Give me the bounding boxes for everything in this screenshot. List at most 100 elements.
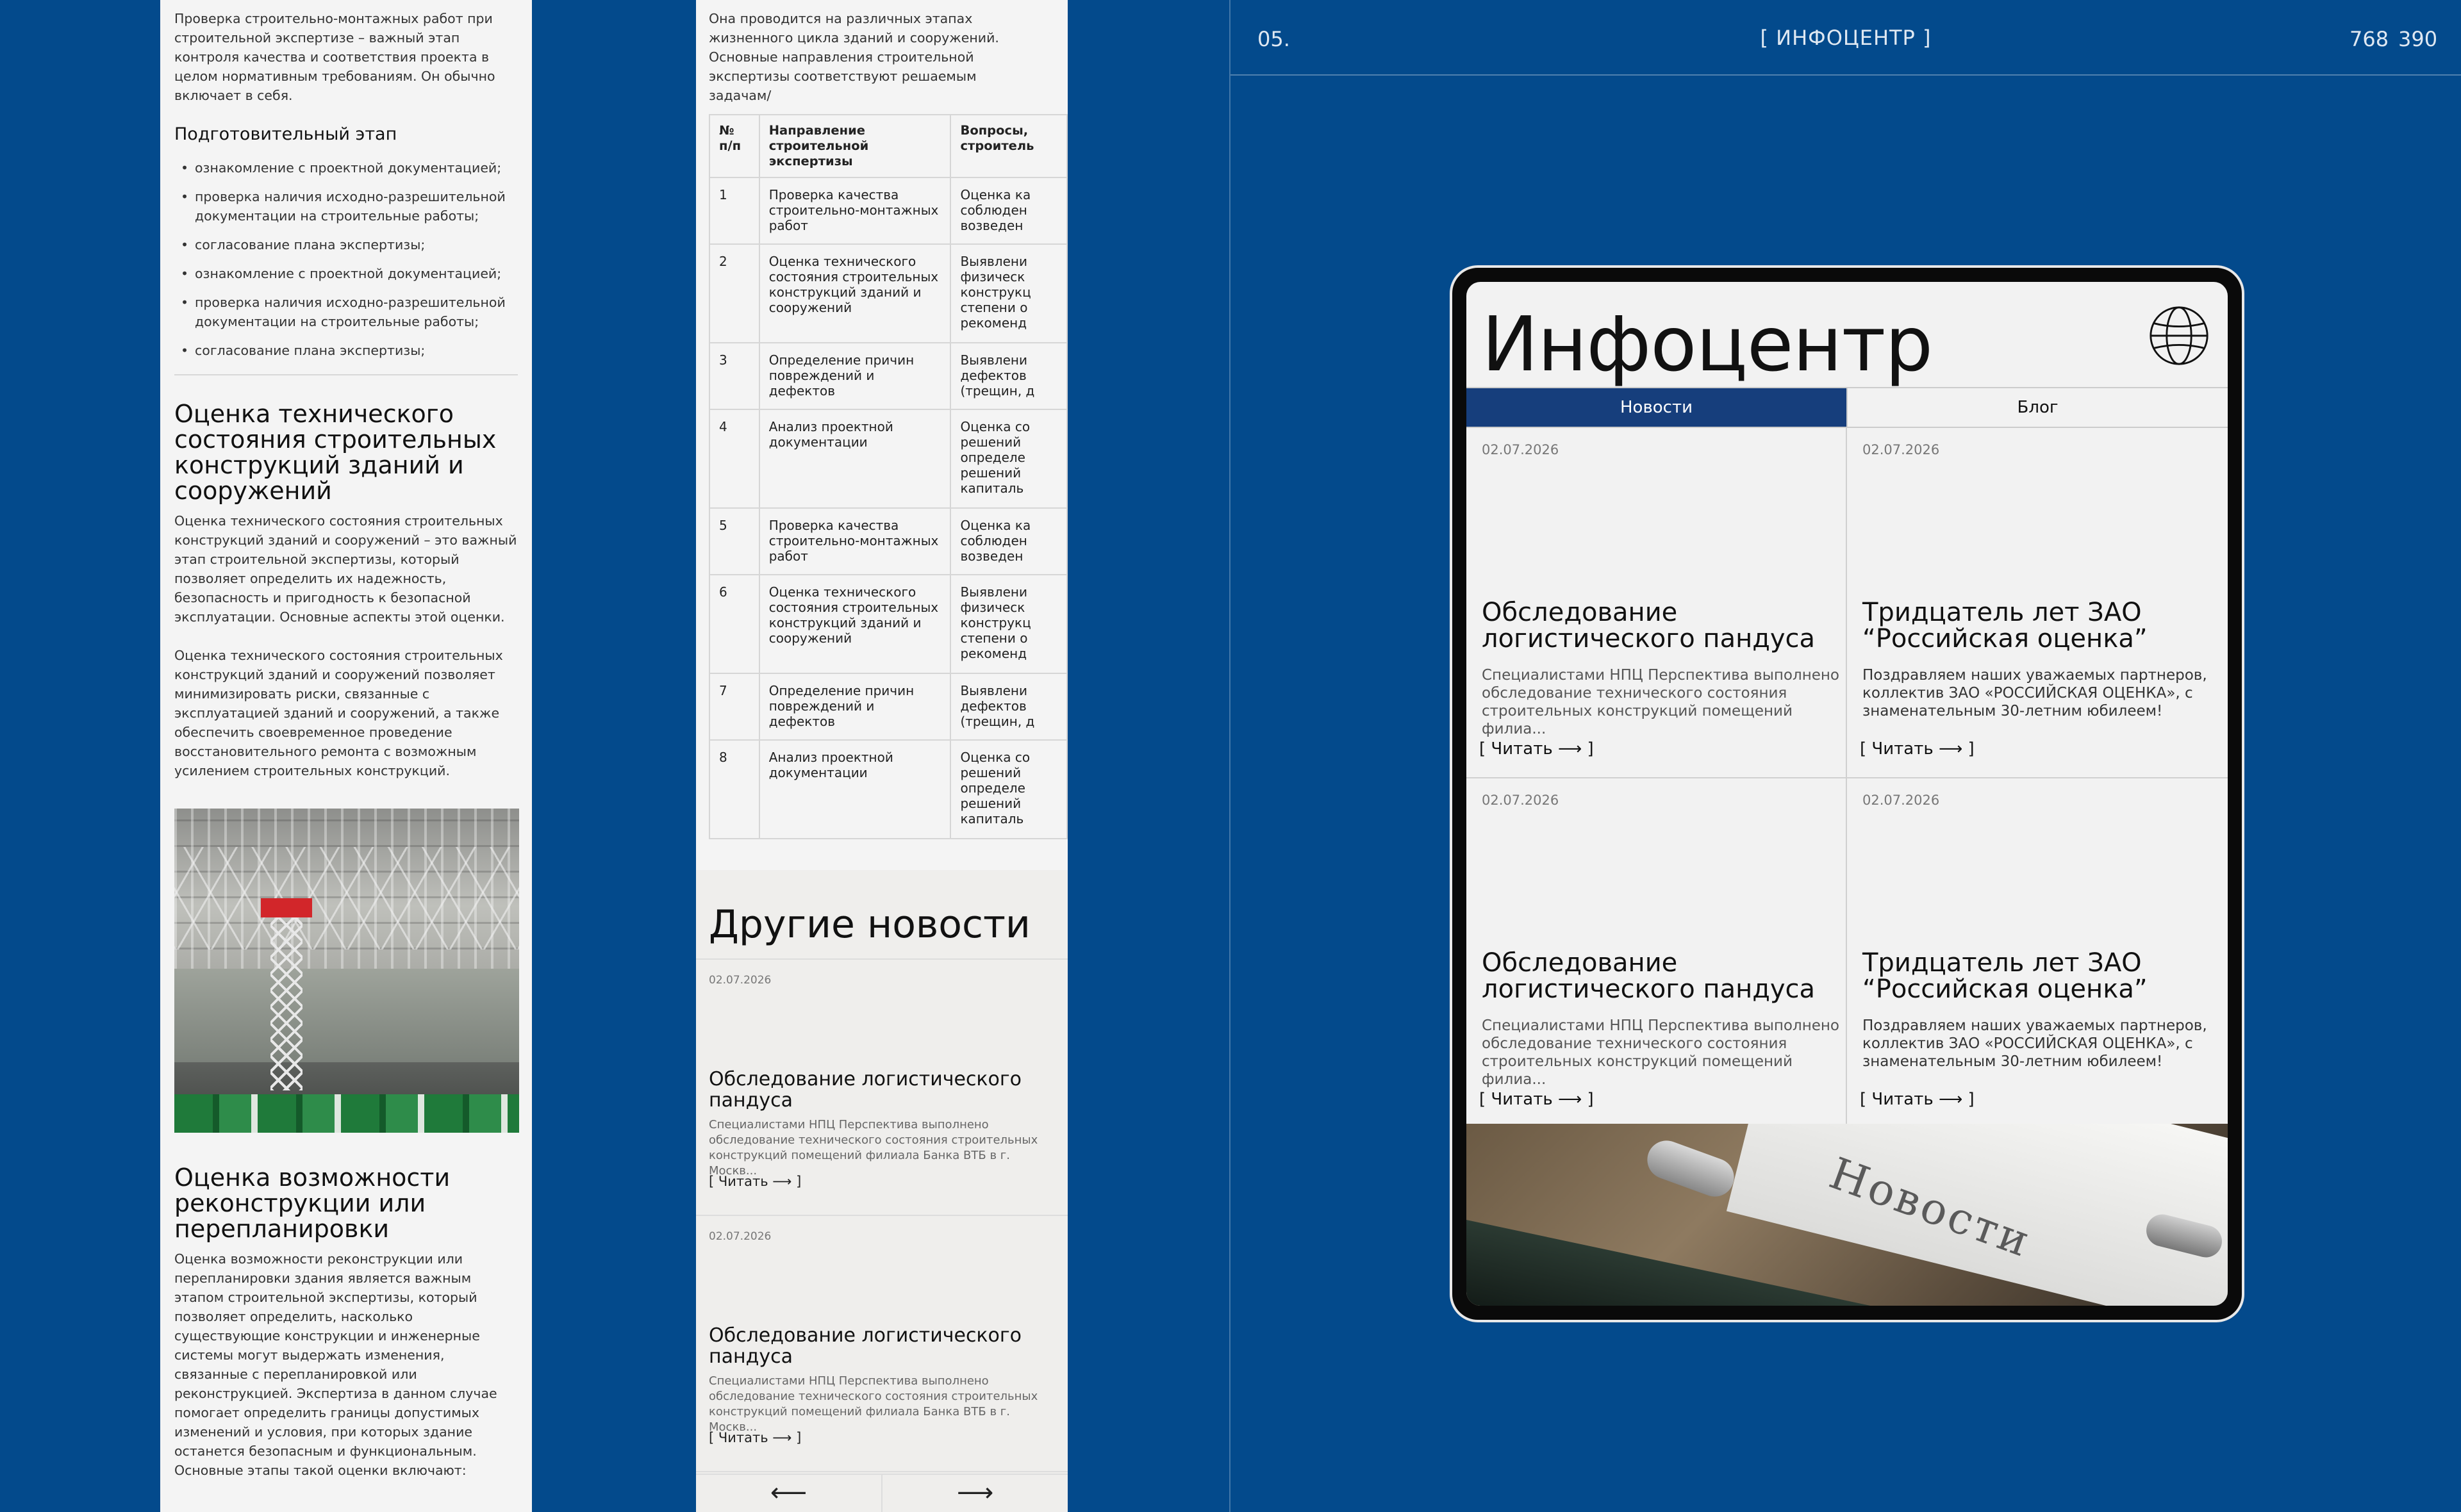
- table-panel: Она проводится на различных этапах жизне…: [696, 0, 1068, 1512]
- frame-width-value: 768: [2349, 27, 2389, 51]
- table-intro: Она проводится на различных этапах жизне…: [709, 11, 999, 103]
- article-panel: Проверка строительно-монтажных работ при…: [160, 0, 532, 1512]
- list-item: проверка наличия исходно-разрешительной …: [174, 293, 518, 331]
- table-cell: Анализ проектной документации: [758, 739, 952, 839]
- news-title[interactable]: Тридцатель лет ЗАО “Российская оценка”: [1862, 600, 2221, 652]
- section-paragraph: Оценка технического состояния строительн…: [174, 513, 517, 625]
- list-item: согласование плана экспертизы;: [174, 341, 518, 360]
- table-cell: Проверка качества строительно-монтажных …: [758, 177, 952, 245]
- other-news-title: Другие новости: [696, 870, 1068, 960]
- list-item[interactable]: 02.07.2026 Обследование логистического п…: [696, 960, 1068, 1216]
- news-excerpt: Поздравляем наших уважаемых партнеров, к…: [1862, 1017, 2207, 1070]
- news-title[interactable]: Обследование логистического пандуса: [709, 1325, 1055, 1367]
- table-row: 7 Определение причин повреждений и дефек…: [709, 673, 1068, 741]
- expertise-table: № п/п Направление строительной экспертиз…: [709, 114, 1068, 839]
- section-header: 05. [ ИНФОЦЕНТР ] 768 390: [1230, 0, 2461, 76]
- table-cell: 8: [709, 739, 760, 839]
- table-header-row: № п/п Направление строительной экспертиз…: [709, 114, 1068, 178]
- tab-news[interactable]: Новости: [1466, 388, 1846, 427]
- table-cell: 3: [709, 342, 760, 410]
- news-date: 02.07.2026: [709, 974, 772, 987]
- news-title[interactable]: Обследование логистического пандуса: [1482, 950, 1841, 1003]
- news-date: 02.07.2026: [709, 1230, 772, 1243]
- news-title[interactable]: Тридцатель лет ЗАО “Российская оценка”: [1862, 950, 2221, 1003]
- news-card[interactable]: 02.07.2026 Обследование логистического п…: [1466, 778, 1847, 1129]
- table-cell: 1: [709, 177, 760, 245]
- section-heading-technical-state: Оценка технического состояния строительн…: [174, 400, 497, 505]
- table-cell: Выявлени дефектов (трещин, д: [950, 342, 1068, 410]
- warehouse-photo: [174, 809, 519, 1133]
- section-paragraph: Оценка возможности реконструкции или пер…: [174, 1251, 497, 1478]
- prep-stage-list: ознакомление с проектной документацией; …: [174, 158, 518, 360]
- table-header-cell: Направление строительной экспертизы: [758, 114, 952, 178]
- pagination: ⟵ ⟶: [696, 1474, 1068, 1512]
- news-title[interactable]: Обследование логистического пандуса: [709, 1069, 1055, 1111]
- news-grid: 02.07.2026 Обследование логистического п…: [1466, 428, 2228, 1129]
- read-more-link[interactable]: [ Читать ⟶ ]: [1479, 1090, 1594, 1109]
- prep-stage-heading: Подготовительный этап: [174, 124, 397, 144]
- table-cell: 2: [709, 243, 760, 343]
- table-cell: 5: [709, 507, 760, 575]
- news-card[interactable]: 02.07.2026 Обследование логистического п…: [1466, 428, 1847, 778]
- table-cell: 6: [709, 574, 760, 674]
- table-cell: Оценка со решений определе решений капит…: [950, 739, 1068, 839]
- list-item: согласование плана экспертизы;: [174, 235, 518, 254]
- prev-arrow-button[interactable]: ⟵: [696, 1475, 882, 1512]
- table-cell: Оценка технического состояния строительн…: [758, 574, 952, 674]
- list-item: проверка наличия исходно-разрешительной …: [174, 187, 518, 226]
- frame-height-value: 390: [2398, 27, 2438, 51]
- table-row: 5 Проверка качества строительно-монтажны…: [709, 507, 1068, 575]
- article-intro: Проверка строительно-монтажных работ при…: [174, 11, 495, 103]
- table-cell: 7: [709, 673, 760, 741]
- news-excerpt: Специалистами НПЦ Перспектива выполнено …: [709, 1374, 1038, 1434]
- tablet-screen: Инфоцентр Новости Блог 02.07.2026 Обслед…: [1466, 282, 2228, 1306]
- read-more-link[interactable]: [ Читать ⟶ ]: [709, 1174, 801, 1189]
- table-row: 8 Анализ проектной документации Оценка с…: [709, 739, 1068, 839]
- news-excerpt: Специалистами НПЦ Перспектива выполнено …: [1482, 1017, 1839, 1088]
- table-cell: Оценка технического состояния строительн…: [758, 243, 952, 343]
- read-more-link[interactable]: [ Читать ⟶ ]: [709, 1430, 801, 1445]
- table-cell: Определение причин повреждений и дефекто…: [758, 342, 952, 410]
- list-item: ознакомление с проектной документацией;: [174, 158, 518, 177]
- table-cell: Анализ проектной документации: [758, 409, 952, 509]
- read-more-link[interactable]: [ Читать ⟶ ]: [1860, 1090, 1975, 1109]
- table-header-cell: № п/п: [709, 114, 760, 178]
- news-date: 02.07.2026: [1862, 793, 1940, 808]
- table-cell: Проверка качества строительно-монтажных …: [758, 507, 952, 575]
- section-title: [ ИНФОЦЕНТР ]: [1760, 26, 1932, 50]
- globe-icon[interactable]: [2148, 305, 2210, 366]
- table-cell: Выявлени физическ конструкц степени о ре…: [950, 243, 1068, 343]
- other-news-section: Другие новости 02.07.2026 Обследование л…: [696, 870, 1068, 1512]
- tablet-mockup: Инфоцентр Новости Блог 02.07.2026 Обслед…: [1450, 265, 2244, 1322]
- next-arrow-button[interactable]: ⟶: [882, 1475, 1068, 1512]
- table-cell: Определение причин повреждений и дефекто…: [758, 673, 952, 741]
- read-more-link[interactable]: [ Читать ⟶ ]: [1479, 739, 1594, 759]
- tab-blog[interactable]: Блог: [1846, 388, 2228, 427]
- news-card[interactable]: 02.07.2026 Тридцатель лет ЗАО “Российска…: [1847, 778, 2228, 1129]
- table-cell: Оценка ка соблюден возведен: [950, 507, 1068, 575]
- list-item: ознакомление с проектной документацией;: [174, 264, 518, 283]
- table-cell: 4: [709, 409, 760, 509]
- section-paragraph: Оценка технического состояния строительн…: [174, 648, 503, 778]
- table-row: 4 Анализ проектной документации Оценка с…: [709, 409, 1068, 509]
- news-date: 02.07.2026: [1482, 442, 1559, 457]
- news-title[interactable]: Обследование логистического пандуса: [1482, 600, 1841, 652]
- table-row: 1 Проверка качества строительно-монтажны…: [709, 177, 1068, 245]
- table-header-cell: Вопросы, строитель: [950, 114, 1068, 178]
- table-row: 2 Оценка технического состояния строител…: [709, 243, 1068, 343]
- table-cell: Выявлени дефектов (трещин, д: [950, 673, 1068, 741]
- read-more-link[interactable]: [ Читать ⟶ ]: [1860, 739, 1975, 759]
- table-cell: Оценка ка соблюден возведен: [950, 177, 1068, 245]
- section-heading-reconstruction: Оценка возможности реконструкции или пер…: [174, 1163, 451, 1243]
- news-date: 02.07.2026: [1482, 793, 1559, 808]
- page-title: Инфоцентр: [1482, 300, 1933, 388]
- news-excerpt: Специалистами НПЦ Перспектива выполнено …: [709, 1118, 1038, 1178]
- table-cell: Выявлени физическ конструкц степени о ре…: [950, 574, 1068, 674]
- tab-bar: Новости Блог: [1466, 387, 2228, 428]
- table-row: 3 Определение причин повреждений и дефек…: [709, 342, 1068, 410]
- news-card[interactable]: 02.07.2026 Тридцатель лет ЗАО “Российска…: [1847, 428, 2228, 778]
- table-cell: Оценка со решений определе решений капит…: [950, 409, 1068, 509]
- vertical-divider: [1229, 0, 1230, 1512]
- list-item[interactable]: 02.07.2026 Обследование логистического п…: [696, 1216, 1068, 1472]
- table-row: 6 Оценка технического состояния строител…: [709, 574, 1068, 674]
